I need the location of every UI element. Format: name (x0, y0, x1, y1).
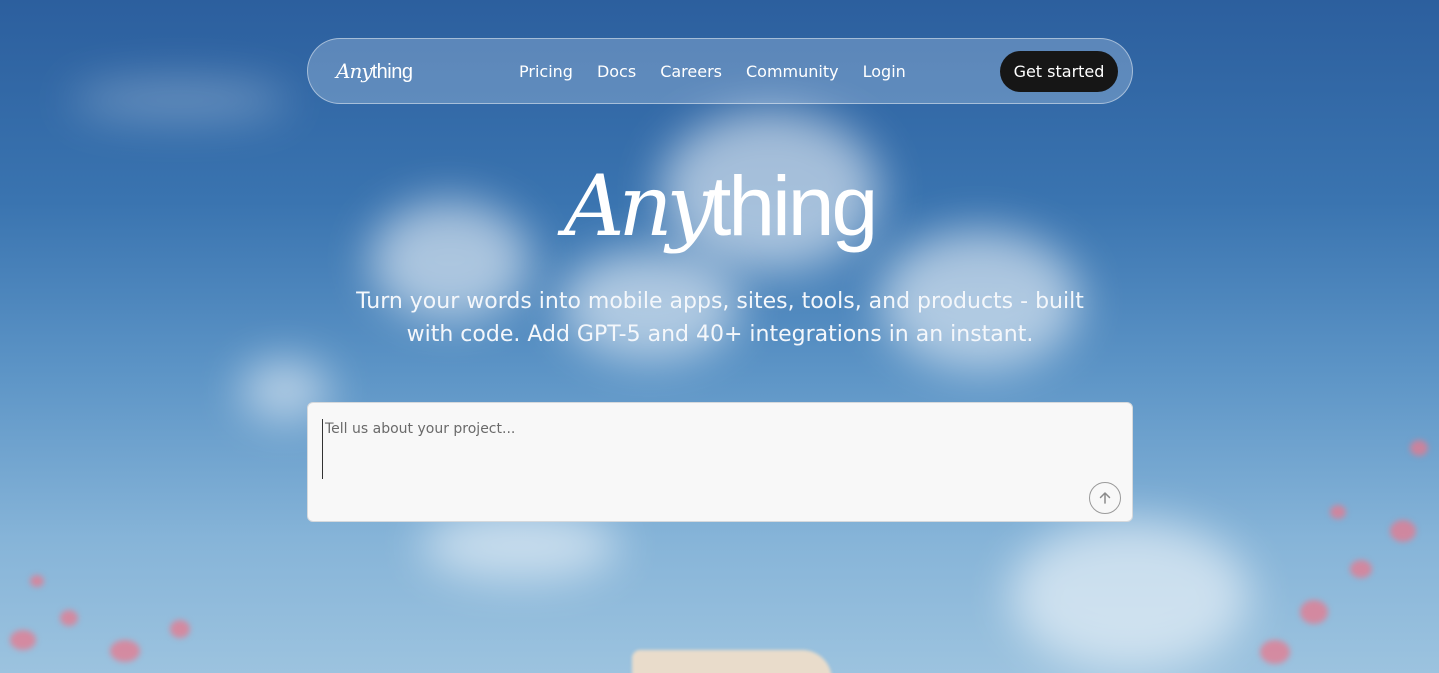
logo-italic-part: Any (336, 59, 373, 83)
project-description-input[interactable] (322, 419, 1085, 479)
hero-title-italic: Any (563, 157, 714, 255)
submit-button[interactable] (1089, 482, 1121, 514)
project-prompt-box (307, 402, 1133, 522)
nav-links: Pricing Docs Careers Community Login (519, 60, 906, 84)
nav-logo[interactable]: Anything (336, 57, 413, 86)
logo-regular-part: thing (371, 61, 413, 83)
nav-link-careers[interactable]: Careers (660, 60, 722, 84)
hero-subtitle: Turn your words into mobile apps, sites,… (356, 289, 1084, 347)
nav-link-login[interactable]: Login (863, 60, 906, 84)
nav-link-pricing[interactable]: Pricing (519, 60, 573, 84)
get-started-button[interactable]: Get started (1000, 51, 1118, 92)
nav-link-docs[interactable]: Docs (597, 60, 636, 84)
arrow-up-icon (1099, 492, 1111, 504)
top-navbar: Anything Pricing Docs Careers Community … (307, 38, 1133, 104)
building-roof (632, 650, 832, 673)
nav-link-community[interactable]: Community (746, 60, 839, 84)
hero-title: Anything (0, 158, 1439, 254)
hero-title-regular: thing (708, 159, 878, 253)
